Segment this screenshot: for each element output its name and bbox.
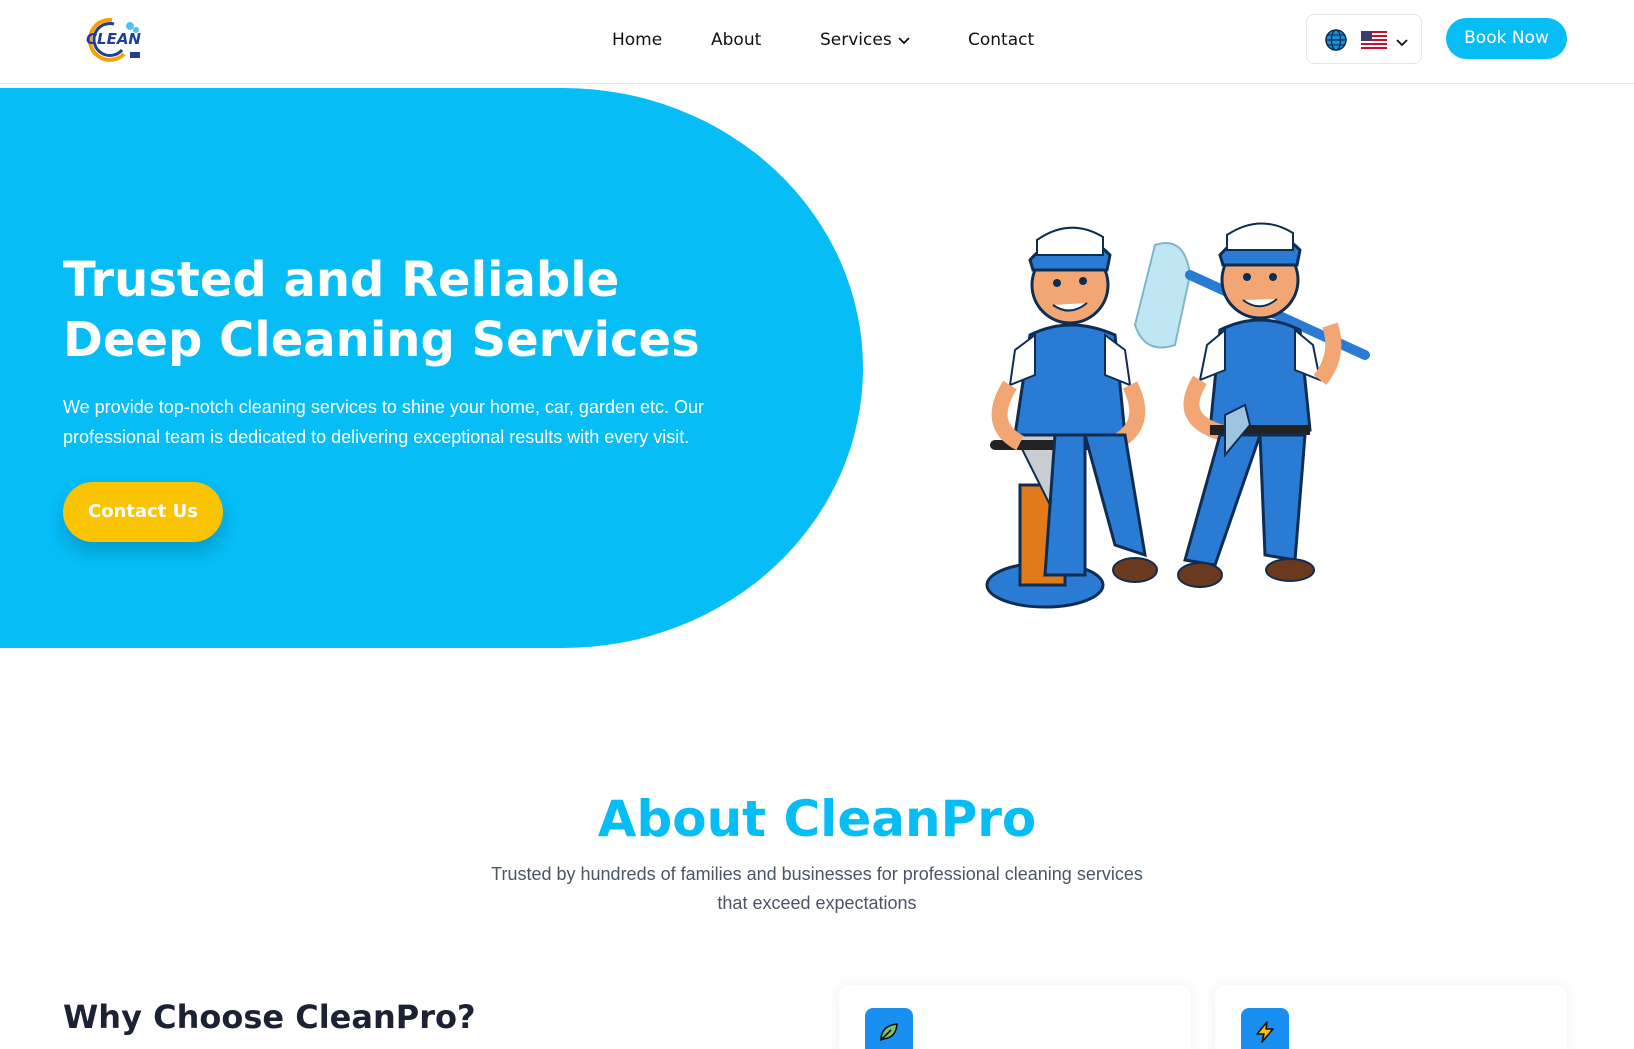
why-choose-title: Why Choose CleanPro? [63, 998, 476, 1036]
lightning-icon [1241, 1008, 1289, 1049]
nav-home[interactable]: Home [612, 30, 662, 50]
book-now-button[interactable]: Book Now [1446, 18, 1567, 59]
cleaner-left-figure [985, 226, 1158, 609]
logo[interactable]: CLEAN [78, 14, 144, 62]
feature-card [839, 985, 1191, 1049]
nav-contact[interactable]: Contact [968, 30, 1034, 50]
chevron-down-icon [1396, 34, 1408, 52]
cleaner-right-figure [1133, 222, 1370, 588]
site-header: CLEAN Home About Services Contact Book N… [0, 0, 1634, 84]
globe-icon [1325, 29, 1347, 56]
contact-us-button[interactable]: Contact Us [63, 482, 223, 542]
cleaners-illustration [975, 215, 1415, 625]
about-title: About CleanPro [597, 790, 1037, 848]
about-subtitle: Trusted by hundreds of families and busi… [491, 864, 1143, 913]
nav-services[interactable]: Services [820, 30, 910, 50]
hero-subtitle: We provide top-notch cleaning services t… [63, 397, 705, 447]
hero-title: Trusted and Reliable Deep Cleaning Servi… [63, 252, 700, 368]
chevron-down-icon [898, 30, 910, 50]
nav-about[interactable]: About [711, 30, 761, 50]
logo-text: CLEAN [86, 30, 141, 48]
leaf-icon [865, 1008, 913, 1049]
nav-services-label: Services [820, 30, 892, 50]
language-selector[interactable] [1306, 14, 1422, 64]
feature-card [1215, 985, 1567, 1049]
us-flag-icon [1361, 31, 1387, 54]
